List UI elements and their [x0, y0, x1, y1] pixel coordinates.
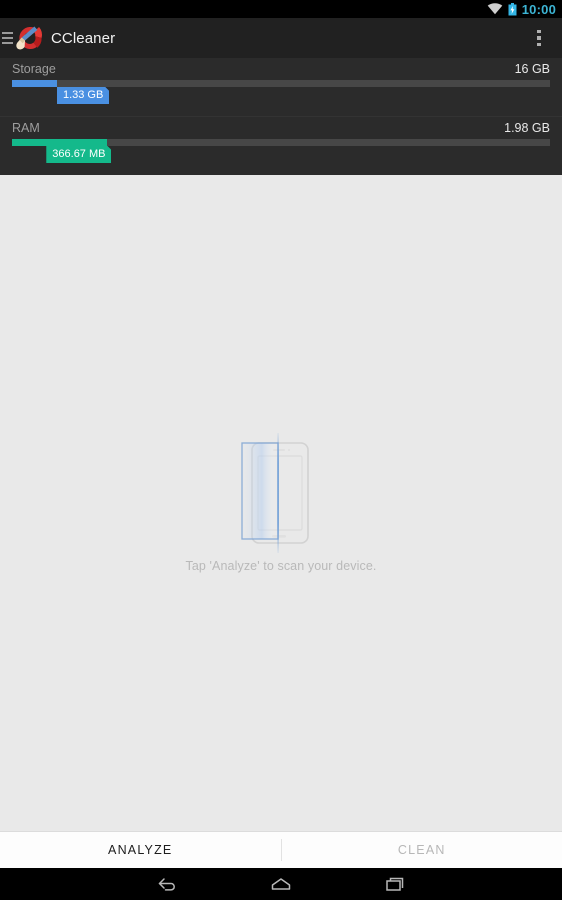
usage-badge-storage: 1.33 GB	[57, 87, 109, 104]
meter-storage: Storage 16 GB 1.33 GB	[0, 58, 562, 116]
progress-fill-storage	[12, 80, 57, 87]
progress-track-ram	[12, 139, 550, 146]
phone-scan-illustration-icon	[221, 433, 341, 553]
status-bar-clock: 10:00	[521, 1, 556, 17]
empty-state-hint: Tap 'Analyze' to scan your device.	[185, 559, 377, 573]
bottom-tab-bar: ANALYZE CLEAN	[0, 831, 562, 868]
recent-apps-icon[interactable]	[375, 868, 415, 900]
meter-label-storage: Storage	[12, 62, 56, 76]
overflow-menu-icon[interactable]	[524, 18, 554, 58]
meter-total-ram: 1.98 GB	[504, 121, 550, 135]
meter-header: RAM 1.98 GB	[12, 117, 550, 139]
back-arrow-icon[interactable]	[147, 868, 187, 900]
usage-badge-ram: 366.67 MB	[46, 146, 111, 163]
meter-header: Storage 16 GB	[12, 58, 550, 80]
meter-label-ram: RAM	[12, 121, 40, 135]
progress-track-storage	[12, 80, 550, 87]
android-status-bar: 10:00	[0, 0, 562, 18]
battery-charging-icon	[508, 2, 517, 15]
progress-fill-ram	[12, 139, 107, 146]
main-content-area: Tap 'Analyze' to scan your device.	[0, 175, 562, 831]
status-bar-icons: 10:00	[487, 1, 556, 17]
resource-meters-panel: Storage 16 GB 1.33 GB RAM 1.98 GB 366.67…	[0, 58, 562, 175]
action-bar: CCleaner	[0, 18, 562, 58]
home-icon[interactable]	[261, 868, 301, 900]
meter-total-storage: 16 GB	[514, 62, 550, 76]
app-title: CCleaner	[51, 29, 116, 47]
android-navigation-bar	[0, 868, 562, 900]
wifi-icon	[487, 3, 503, 15]
ccleaner-logo-icon	[16, 26, 42, 50]
meter-ram: RAM 1.98 GB 366.67 MB	[0, 116, 562, 174]
app-root: 10:00 CCleaner Storage 16 GB 1.33 GB RAM…	[0, 0, 562, 900]
tab-analyze[interactable]: ANALYZE	[0, 843, 281, 857]
tab-clean[interactable]: CLEAN	[282, 843, 562, 857]
